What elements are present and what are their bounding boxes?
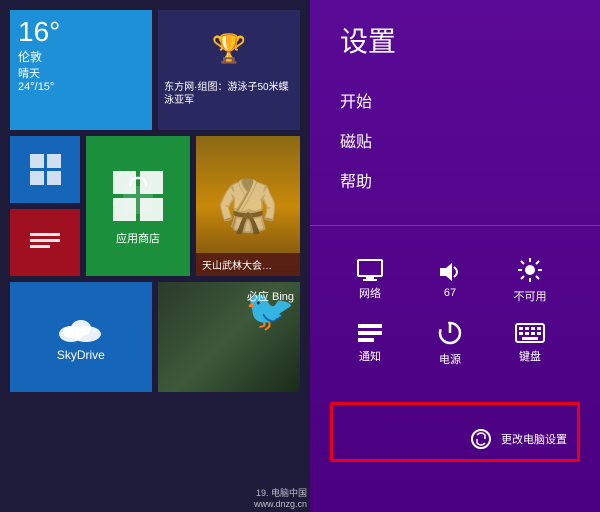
qs-brightness-label: 不可用 bbox=[514, 288, 547, 304]
trophy-icon: 🏆 bbox=[212, 32, 247, 65]
settings-header: 设置 开始 磁贴 帮助 bbox=[310, 0, 600, 210]
qs-network-label: 网络 bbox=[359, 285, 381, 301]
settings-bottom-area: 更改电脑设置 bbox=[330, 402, 580, 462]
qs-volume-label: 67 bbox=[444, 287, 456, 299]
weather-condition: 晴天 bbox=[18, 65, 40, 81]
qs-keyboard-label: 键盘 bbox=[519, 348, 541, 364]
left-panel: 16° 伦敦 晴天 24°/15° 🏆 东方网·组图：游泳子50米蝶泳亚军 bbox=[0, 0, 310, 512]
martial-overlay: 天山武林大会… bbox=[196, 253, 300, 276]
menu-item-start[interactable]: 开始 bbox=[340, 80, 570, 120]
news-text: 东方网·组图：游泳子50米蝶泳亚军 bbox=[164, 81, 294, 107]
store-icon bbox=[108, 166, 168, 226]
main-container: 16° 伦敦 晴天 24°/15° 🏆 东方网·组图：游泳子50米蝶泳亚军 bbox=[0, 0, 600, 512]
skydrive-label: SkyDrive bbox=[57, 348, 105, 362]
quick-settings: 网络 67 bbox=[310, 241, 600, 392]
notification-icon bbox=[356, 322, 384, 344]
bing-tile[interactable]: 🐦 必应 Bing bbox=[158, 282, 300, 392]
martial-figure: 🥋 bbox=[217, 177, 279, 236]
change-settings-row: 更改电脑设置 bbox=[469, 427, 567, 451]
monitor-icon bbox=[356, 259, 384, 281]
martial-text: 天山武林大会… bbox=[202, 261, 272, 272]
small-blue-tile[interactable] bbox=[10, 136, 80, 203]
tile-row-3: SkyDrive 🐦 必应 Bing bbox=[10, 282, 300, 392]
tile-row-1: 16° 伦敦 晴天 24°/15° 🏆 东方网·组图：游泳子50米蝶泳亚军 bbox=[10, 10, 300, 130]
store-label: 应用商店 bbox=[116, 230, 160, 246]
qs-row-1: 网络 67 bbox=[340, 256, 570, 304]
settings-refresh-icon bbox=[469, 427, 493, 451]
volume-icon bbox=[436, 261, 464, 283]
cloud-icon bbox=[56, 312, 106, 344]
power-icon bbox=[436, 319, 464, 347]
qs-notification[interactable]: 通知 bbox=[340, 322, 400, 364]
qs-power[interactable]: 电源 bbox=[420, 319, 480, 367]
news-trophy-area: 🏆 bbox=[164, 16, 294, 81]
qs-power-label: 电源 bbox=[439, 351, 461, 367]
qs-network[interactable]: 网络 bbox=[340, 259, 400, 301]
settings-divider bbox=[310, 225, 600, 226]
settings-title: 设置 bbox=[340, 20, 570, 60]
small-red-tile[interactable] bbox=[10, 209, 80, 276]
news-tile[interactable]: 🏆 东方网·组图：游泳子50米蝶泳亚军 bbox=[158, 10, 300, 130]
qs-notification-label: 通知 bbox=[359, 348, 381, 364]
right-panel: 设置 开始 磁贴 帮助 网络 bbox=[310, 0, 600, 512]
skydrive-tile[interactable]: SkyDrive bbox=[10, 282, 152, 392]
settings-menu: 开始 磁贴 帮助 bbox=[340, 80, 570, 200]
small-col bbox=[10, 136, 80, 276]
brightness-icon bbox=[516, 256, 544, 284]
tile-row-2: 应用商店 🥋 天山武林大会… bbox=[10, 136, 300, 276]
weather-city: 伦敦 bbox=[18, 48, 42, 65]
change-settings-button[interactable]: 更改电脑设置 bbox=[501, 431, 567, 447]
qs-row-2: 通知 电源 bbox=[340, 319, 570, 367]
martial-tile[interactable]: 🥋 天山武林大会… bbox=[196, 136, 300, 276]
tile-grid: 16° 伦敦 晴天 24°/15° 🏆 东方网·组图：游泳子50米蝶泳亚军 bbox=[10, 10, 300, 502]
qs-volume[interactable]: 67 bbox=[420, 261, 480, 299]
news-icon bbox=[30, 233, 60, 253]
weather-range: 24°/15° bbox=[18, 81, 54, 93]
bing-label: 必应 Bing bbox=[247, 288, 294, 304]
menu-item-tiles[interactable]: 磁贴 bbox=[340, 120, 570, 160]
menu-item-help[interactable]: 帮助 bbox=[340, 160, 570, 200]
qs-keyboard[interactable]: 键盘 bbox=[500, 322, 560, 364]
qs-brightness[interactable]: 不可用 bbox=[500, 256, 560, 304]
weather-tile[interactable]: 16° 伦敦 晴天 24°/15° bbox=[10, 10, 152, 130]
weather-temp: 16° bbox=[18, 18, 60, 46]
watermark: 19. 电脑中国 www.dnzg.cn bbox=[254, 486, 307, 509]
watermark-line2: www.dnzg.cn bbox=[254, 499, 307, 509]
keyboard-icon bbox=[515, 322, 545, 344]
watermark-line1: 19. 电脑中国 bbox=[254, 486, 307, 499]
store-tile[interactable]: 应用商店 bbox=[86, 136, 190, 276]
small-tile-icon bbox=[28, 152, 63, 187]
